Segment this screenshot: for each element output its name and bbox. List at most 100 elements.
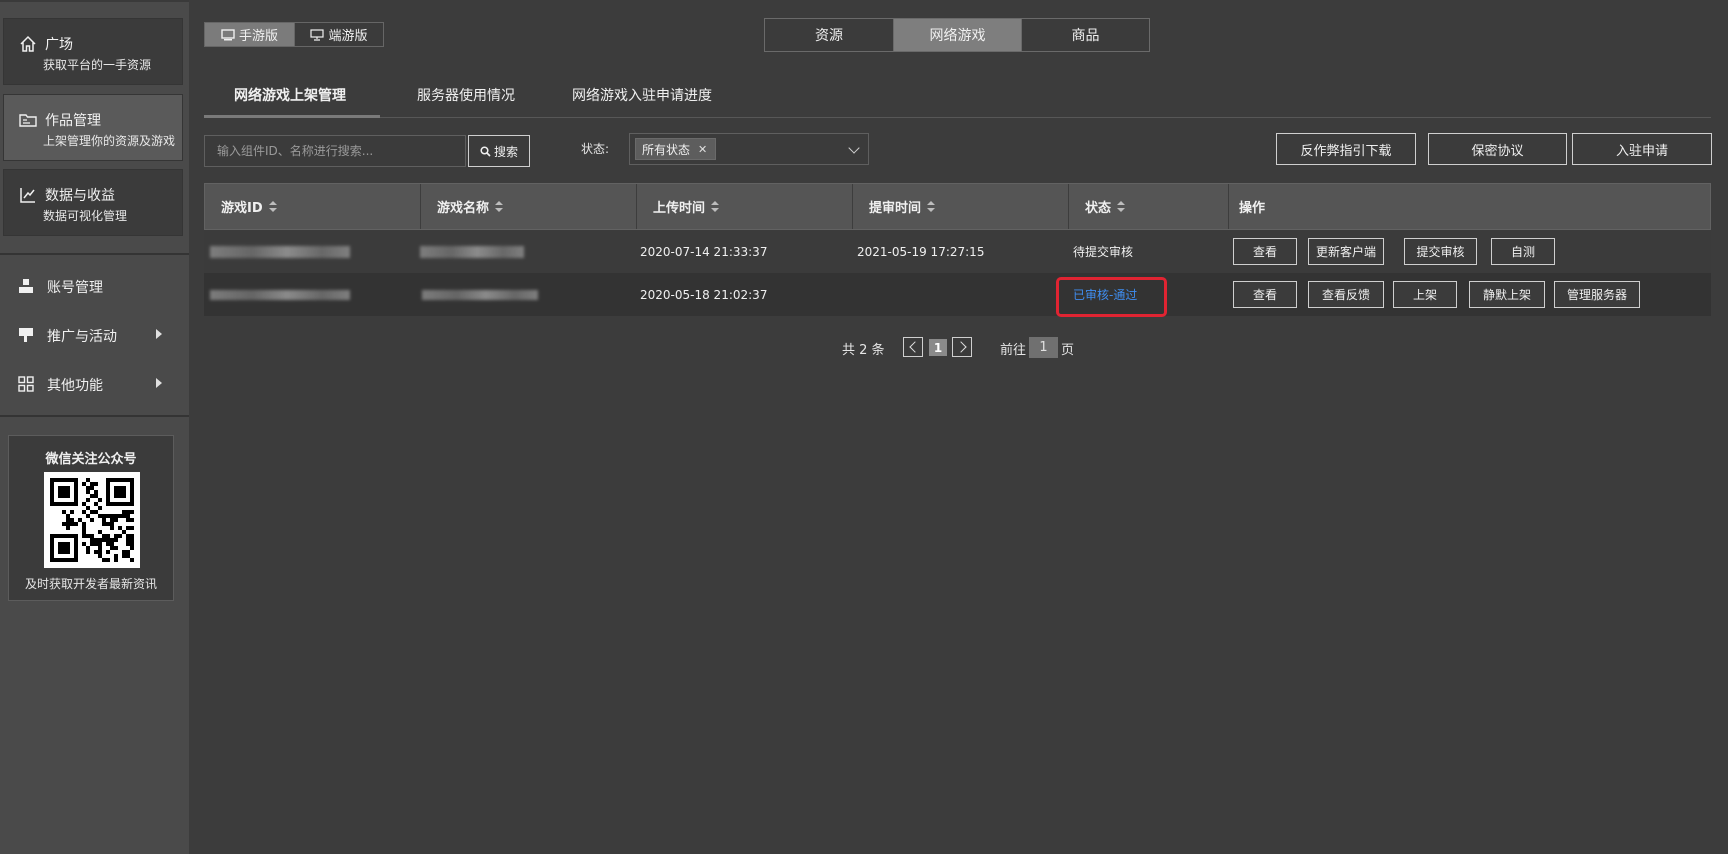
category-tabs: 资源 网络游戏 商品 bbox=[764, 18, 1150, 52]
update-client-button[interactable]: 更新客户端 bbox=[1308, 238, 1384, 265]
folder-icon bbox=[19, 114, 37, 127]
menu-card-plaza[interactable]: 广场 获取平台的一手资源 bbox=[3, 18, 183, 85]
sort-icon bbox=[711, 200, 720, 213]
pc-version-button[interactable]: 端游版 bbox=[294, 23, 383, 46]
redacted-game-name bbox=[420, 245, 524, 258]
tab-application-progress[interactable]: 网络游戏入驻申请进度 bbox=[572, 85, 712, 105]
mobile-version-button[interactable]: 手游版 bbox=[205, 23, 294, 46]
menu-card-title: 广场 bbox=[45, 37, 73, 53]
game-id-cell bbox=[210, 230, 350, 273]
nav-item-account[interactable]: 账号管理 bbox=[0, 268, 189, 304]
prev-page-icon[interactable] bbox=[903, 337, 923, 357]
column-header-actions: 操作 bbox=[1229, 184, 1710, 229]
tab-listing-management[interactable]: 网络游戏上架管理 bbox=[234, 85, 346, 105]
publish-button[interactable]: 上架 bbox=[1393, 281, 1457, 308]
sort-icon bbox=[268, 200, 277, 213]
table-row: 2020-05-18 21:02:37 已审核-通过 查看 查看反馈 上架 静默… bbox=[204, 273, 1711, 317]
manage-servers-button[interactable]: 管理服务器 bbox=[1554, 281, 1640, 308]
monitor-icon bbox=[221, 28, 235, 40]
status-tag: 所有状态 ✕ bbox=[635, 138, 717, 160]
nda-button[interactable]: 保密协议 bbox=[1428, 133, 1567, 165]
game-id-cell bbox=[210, 273, 350, 316]
sub-tabs: 网络游戏上架管理 服务器使用情况 网络游戏入驻申请进度 bbox=[204, 80, 1711, 118]
tab-resources[interactable]: 资源 bbox=[765, 19, 893, 51]
tab-goods[interactable]: 商品 bbox=[1021, 19, 1149, 51]
submit-review-button[interactable]: 提交审核 bbox=[1404, 238, 1477, 265]
nav-item-label: 账号管理 bbox=[47, 280, 103, 296]
anticheat-guide-download-button[interactable]: 反作弊指引下载 bbox=[1276, 133, 1416, 165]
menu-card-title: 作品管理 bbox=[45, 113, 101, 129]
status-filter-select[interactable]: 所有状态 ✕ bbox=[629, 133, 869, 165]
tab-server-usage[interactable]: 服务器使用情况 bbox=[417, 85, 515, 105]
nav-item-label: 其他功能 bbox=[47, 378, 103, 394]
menu-card-subtitle: 获取平台的一手资源 bbox=[43, 58, 152, 72]
table-row: 2020-07-14 21:33:37 2021-05-19 17:27:15 … bbox=[204, 230, 1711, 273]
desktop-icon bbox=[310, 28, 325, 41]
search-button[interactable]: 搜索 bbox=[468, 135, 530, 167]
game-name-cell bbox=[422, 273, 538, 316]
status-highlight-box bbox=[1056, 277, 1167, 317]
redacted-game-id bbox=[210, 245, 350, 258]
menu-card-subtitle: 数据可视化管理 bbox=[43, 209, 128, 223]
chart-icon bbox=[20, 188, 35, 203]
game-name-cell bbox=[420, 230, 524, 273]
divider bbox=[0, 415, 189, 417]
search-button-label: 搜索 bbox=[493, 144, 518, 159]
column-header-label: 上传时间 bbox=[653, 201, 706, 216]
qr-caption: 及时获取开发者最新资讯 bbox=[24, 577, 157, 591]
column-header-label: 操作 bbox=[1239, 201, 1266, 216]
sort-icon bbox=[1117, 200, 1126, 213]
chevron-right-icon bbox=[156, 378, 162, 388]
menu-card-data[interactable]: 数据与收益 数据可视化管理 bbox=[3, 169, 183, 236]
view-feedback-button[interactable]: 查看反馈 bbox=[1308, 281, 1384, 308]
active-tab-indicator bbox=[204, 115, 380, 118]
review-time-cell: 2021-05-19 17:27:15 bbox=[857, 244, 985, 259]
goto-page-input[interactable] bbox=[1029, 337, 1058, 358]
chevron-down-icon bbox=[848, 142, 860, 154]
column-header-label: 游戏ID bbox=[221, 201, 263, 216]
column-header-upload-time[interactable]: 上传时间 bbox=[637, 184, 853, 229]
redacted-game-id bbox=[210, 289, 350, 300]
column-header-game-name[interactable]: 游戏名称 bbox=[421, 184, 637, 229]
version-toggle: 手游版 端游版 bbox=[204, 22, 384, 47]
next-page-icon[interactable] bbox=[952, 337, 972, 357]
silent-publish-button[interactable]: 静默上架 bbox=[1469, 281, 1545, 308]
close-icon[interactable]: ✕ bbox=[698, 143, 707, 156]
status-filter-label: 状态: bbox=[581, 142, 610, 156]
status-tag-label: 所有状态 bbox=[642, 142, 691, 157]
goto-label: 前往 bbox=[1000, 343, 1027, 358]
total-count: 共 2 条 bbox=[842, 343, 885, 358]
grid-icon bbox=[18, 376, 34, 392]
wechat-qr-panel: 微信关注公众号 及时获取开发者最新资讯 bbox=[8, 435, 174, 601]
sidebar: 广场 获取平台的一手资源 作品管理 上架管理你的资源及游戏 数据与收益 数据可视… bbox=[0, 0, 189, 854]
page-number[interactable]: 1 bbox=[929, 339, 947, 356]
upload-time-cell: 2020-05-18 21:02:37 bbox=[640, 287, 768, 302]
sort-icon bbox=[495, 200, 504, 213]
menu-card-title: 数据与收益 bbox=[45, 188, 115, 204]
self-test-button[interactable]: 自测 bbox=[1491, 238, 1555, 265]
menu-card-subtitle: 上架管理你的资源及游戏 bbox=[43, 134, 176, 148]
column-header-review-time[interactable]: 提审时间 bbox=[853, 184, 1069, 229]
tab-online-games[interactable]: 网络游戏 bbox=[893, 19, 1021, 51]
divider bbox=[0, 253, 189, 255]
column-header-label: 提审时间 bbox=[869, 201, 922, 216]
home-icon bbox=[20, 35, 36, 52]
search-input[interactable] bbox=[204, 135, 466, 167]
qr-code-icon bbox=[44, 472, 140, 568]
search-icon bbox=[480, 145, 491, 157]
apply-entry-button[interactable]: 入驻申请 bbox=[1572, 133, 1712, 165]
column-header-status[interactable]: 状态 bbox=[1069, 184, 1229, 229]
view-button[interactable]: 查看 bbox=[1233, 238, 1297, 265]
menu-card-works[interactable]: 作品管理 上架管理你的资源及游戏 bbox=[3, 94, 183, 161]
nav-item-other[interactable]: 其他功能 bbox=[0, 366, 189, 402]
page-suffix: 页 bbox=[1061, 343, 1075, 358]
mobile-version-label: 手游版 bbox=[238, 29, 278, 44]
qr-title: 微信关注公众号 bbox=[45, 452, 137, 467]
column-header-label: 状态 bbox=[1085, 201, 1112, 216]
column-header-game-id[interactable]: 游戏ID bbox=[205, 184, 421, 229]
view-button[interactable]: 查看 bbox=[1233, 281, 1297, 308]
account-icon bbox=[19, 279, 33, 293]
pagination: 共 2 条 1 前往 页 bbox=[0, 337, 1728, 358]
upload-time-cell: 2020-07-14 21:33:37 bbox=[640, 244, 768, 259]
redacted-game-name bbox=[422, 289, 538, 300]
